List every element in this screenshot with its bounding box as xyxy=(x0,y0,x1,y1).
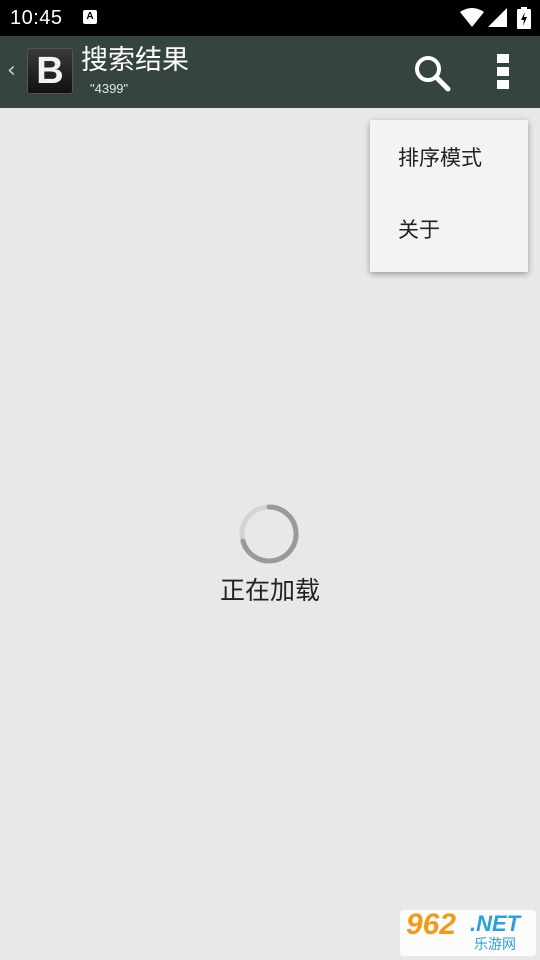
search-query-subtitle: "4399" xyxy=(90,81,129,96)
wifi-icon xyxy=(460,8,484,27)
overflow-menu-icon[interactable] xyxy=(493,52,513,92)
menu-item-label: 排序模式 xyxy=(398,146,482,170)
loading-spinner-icon xyxy=(239,504,299,564)
notification-icon: A xyxy=(83,10,97,24)
back-chevron-icon[interactable]: ‹ xyxy=(7,58,16,84)
app-logo[interactable]: B xyxy=(27,48,73,94)
overflow-dropdown-menu: 排序模式 关于 xyxy=(370,120,528,272)
watermark-logo: 962 .NET 乐游网 xyxy=(400,910,536,956)
watermark-number: 962 xyxy=(406,908,457,941)
signal-icon xyxy=(488,8,507,27)
search-icon[interactable] xyxy=(412,53,452,93)
loading-text: 正在加载 xyxy=(219,576,320,605)
menu-item-sort-mode[interactable]: 排序模式 xyxy=(370,122,528,194)
page-title: 搜索结果 xyxy=(81,45,189,76)
action-bar: ‹ B 搜索结果 "4399" xyxy=(0,36,540,108)
watermark-site-name: 乐游网 xyxy=(474,937,516,953)
status-bar: 10:45 A xyxy=(0,0,540,36)
menu-item-label: 关于 xyxy=(398,218,440,242)
menu-item-about[interactable]: 关于 xyxy=(370,194,528,266)
status-time: 10:45 xyxy=(10,7,63,29)
battery-icon xyxy=(517,7,531,29)
watermark-net: .NET xyxy=(470,911,521,936)
